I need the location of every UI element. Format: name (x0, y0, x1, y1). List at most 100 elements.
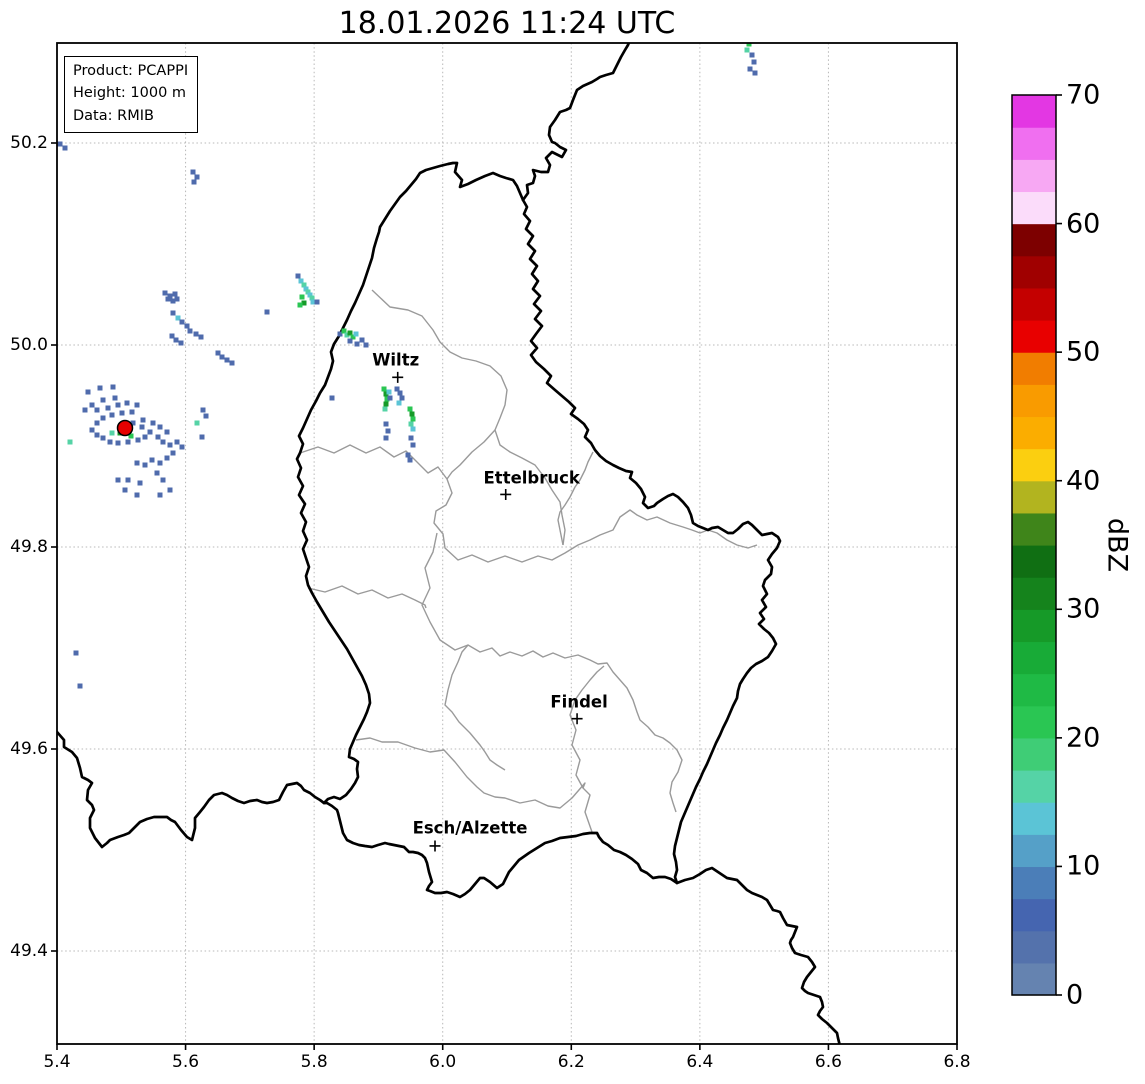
radar-echo-pixel (134, 402, 140, 408)
radar-echo-pixel (67, 439, 73, 445)
radar-echo-pixel (115, 477, 121, 483)
radar-echo-pixel (199, 434, 205, 440)
radar-echo-pixel (170, 310, 176, 316)
radar-echo-pixel (408, 435, 414, 441)
canton-border (444, 644, 506, 771)
colorbar-segment (1012, 159, 1056, 193)
radar-echo-pixel (85, 389, 91, 395)
radar-echo-pixel (94, 432, 100, 438)
city-label: Wiltz (372, 350, 420, 370)
radar-echo-pixel (142, 462, 148, 468)
radar-echo-pixel (154, 470, 160, 476)
radar-echo-pixel (329, 395, 335, 401)
colorbar-segment (1012, 802, 1056, 835)
colorbar-segment (1012, 480, 1056, 514)
radar-echo-pixel (191, 179, 197, 185)
city-marker (500, 488, 512, 500)
radar-echo-pixel (382, 406, 388, 412)
radar-echo-pixel (73, 650, 79, 656)
radar-echo-pixel (363, 342, 369, 348)
radar-echo-pixel (179, 319, 185, 325)
radar-echo-pixel (160, 477, 166, 483)
radar-echo-pixel (100, 435, 106, 441)
radar-echo-pixel (100, 415, 106, 421)
colorbar-segment (1012, 834, 1056, 868)
radar-echo-pixel (165, 296, 171, 302)
colorbar-segment (1012, 898, 1056, 932)
radar-echo-pixel (200, 407, 206, 413)
radar-echo-pixel (147, 429, 153, 435)
radar-echo-pixel (219, 354, 225, 360)
radar-echo-pixel (314, 299, 320, 305)
radar-echo-pixel (749, 52, 755, 58)
radar-echo-pixel (203, 413, 209, 419)
radar-echo-pixel (125, 439, 131, 445)
radar-echo-pixel (77, 683, 83, 689)
radar-echo-pixel (139, 424, 145, 430)
radar-echo-pixel (383, 401, 389, 407)
colorbar-segment (1012, 545, 1056, 578)
radar-echo-pixel (407, 457, 413, 463)
info-product-line: Product: PCAPPI (73, 63, 189, 79)
radar-echo-pixel (167, 442, 173, 448)
radar-echo-pixel (174, 439, 180, 445)
radar-echo-pixel (150, 420, 156, 426)
radar-echo-pixel (399, 395, 405, 401)
radar-echo-pixel (140, 417, 146, 423)
radar-echo-pixel (167, 487, 173, 493)
colorbar-segment (1012, 705, 1056, 739)
x-tick-label: 6.4 (686, 1052, 714, 1072)
y-tick-label: 49.4 (10, 941, 48, 961)
info-height-line: Height: 1000 m (73, 85, 187, 102)
radar-echo-pixel (157, 492, 163, 498)
radar-echo-pixel (187, 328, 193, 334)
colorbar-segment (1012, 95, 1056, 128)
colorbar-segment (1012, 512, 1056, 546)
radar-echo-pixel (190, 169, 196, 175)
page-title: 18.01.2026 11:24 UTC (338, 6, 676, 41)
colorbar-tick-label: 70 (1066, 79, 1101, 111)
colorbar-segment (1012, 609, 1056, 643)
radar-echo-pixel (744, 47, 750, 53)
radar-echo-pixel (170, 450, 176, 456)
colorbar-tick-label: 50 (1066, 336, 1101, 368)
canton-border (307, 585, 427, 609)
radar-site-marker (116, 419, 134, 437)
y-tick-label: 50.2 (10, 133, 48, 153)
radar-echo-pixel (385, 428, 391, 434)
radar-echo-pixel (747, 66, 753, 72)
radar-echo-pixel (193, 331, 199, 337)
product-info-box: Product: PCAPPI Height: 1000 m Data: RMI… (64, 56, 199, 134)
city-label: Findel (550, 692, 608, 712)
radar-echo-pixel (407, 406, 413, 412)
radar-echo-pixel (157, 424, 163, 430)
radar-echo-pixel (125, 477, 131, 483)
radar-echo-pixel (112, 395, 118, 401)
y-tick-label: 49.8 (10, 537, 48, 557)
radar-echo-pixel (381, 386, 387, 392)
radar-echo-pixel (295, 273, 301, 279)
colorbar-segment (1012, 255, 1056, 289)
radar-echo-pixel (62, 145, 68, 151)
map-layer (57, 43, 957, 1044)
radar-echo-pixel (405, 452, 411, 458)
radar-echo-pixel (174, 296, 180, 302)
radar-echo-pixel (173, 337, 179, 343)
colorbar-segment (1012, 448, 1056, 482)
radar-echo-pixel (397, 390, 403, 396)
colorbar-segment (1012, 962, 1056, 996)
canton-border (557, 451, 594, 546)
national-border (675, 866, 841, 1044)
radar-echo-pixel (155, 434, 161, 440)
radar-echo-pixel (229, 360, 235, 366)
radar-echo-pixel (109, 412, 115, 418)
colorbar-segment (1012, 191, 1056, 225)
colorbar-segment (1012, 223, 1056, 257)
colorbar-segment (1012, 352, 1056, 385)
radar-echo-pixel (164, 429, 170, 435)
radar-echo-pixel (137, 480, 143, 486)
radar-echo-pixel (387, 395, 393, 401)
colorbar-tick-label: 0 (1066, 979, 1084, 1011)
radar-echo-pixel (410, 416, 416, 422)
radar-echo-pixel (57, 141, 63, 147)
